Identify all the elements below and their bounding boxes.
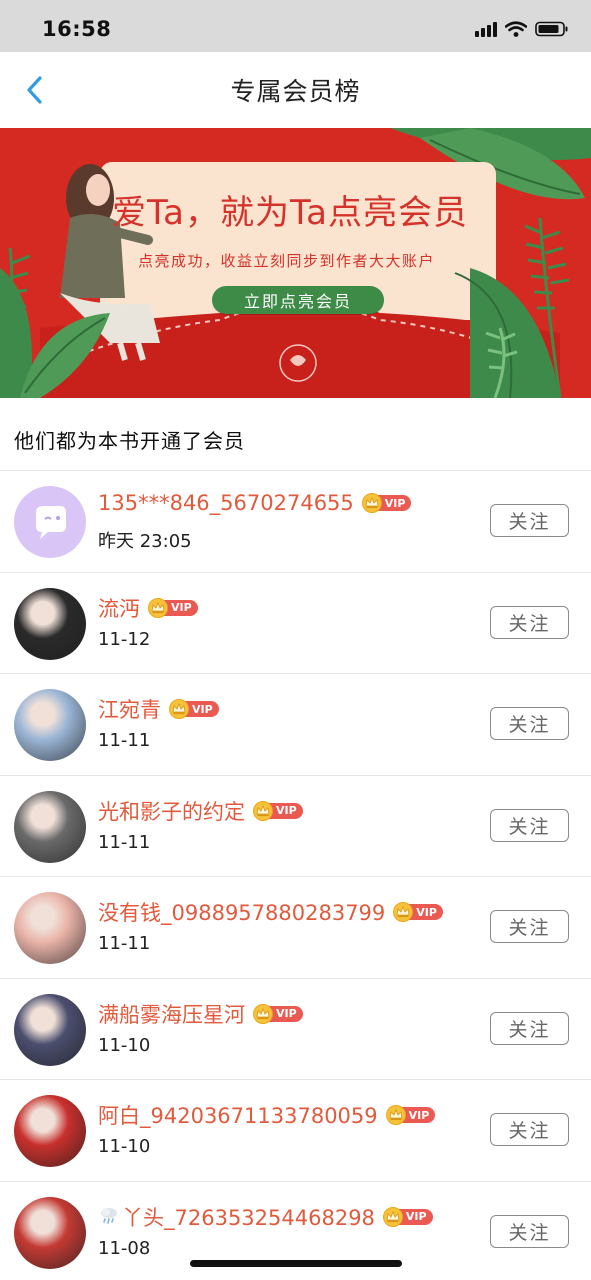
crown-icon — [253, 800, 273, 821]
member-name[interactable]: 流沔 — [98, 593, 140, 623]
banner-headline: 爱Ta，就为Ta点亮会员 — [112, 193, 468, 233]
member-name-line: 满船雾海压星河 VIP — [98, 999, 303, 1029]
page-title: 专属会员榜 — [230, 77, 361, 106]
vip-badge: VIP — [385, 1105, 436, 1125]
crown-icon — [361, 493, 382, 513]
follow-button[interactable]: 关注 — [490, 808, 569, 842]
promo-banner[interactable]: 爱Ta，就为Ta点亮会员 点亮成功，收益立刻同步到作者大大账户 立即点亮会员 — [0, 128, 591, 398]
follow-button[interactable]: 关注 — [490, 605, 569, 639]
member-name[interactable]: 阿白_94203671133780059 — [98, 1100, 378, 1130]
navigation-bar: 专属会员榜 — [0, 52, 591, 128]
member-row[interactable]: 光和影子的约定 VIP 11-11 关注 — [0, 776, 591, 877]
avatar[interactable] — [14, 587, 86, 660]
avatar[interactable] — [14, 790, 86, 863]
crown-icon — [382, 1206, 403, 1227]
section-title: 他们都为本书开通了会员 — [14, 429, 245, 453]
member-row[interactable]: 江宛青 VIP 11-11 关注 — [0, 674, 591, 776]
avatar[interactable] — [14, 1196, 86, 1269]
member-name-line: 光和影子的约定 VIP — [98, 796, 303, 826]
member-name[interactable]: 没有钱_0988957880283799 — [98, 897, 385, 927]
follow-button[interactable]: 关注 — [490, 707, 569, 740]
avatar[interactable] — [14, 1095, 86, 1167]
member-row[interactable]: 阿白_94203671133780059 VIP 11-10 关注 — [0, 1080, 591, 1182]
banner-subtitle: 点亮成功，收益立刻同步到作者大大账户 — [138, 252, 436, 270]
member-name-line: 135***846_5670274655 VIP — [98, 491, 412, 515]
signal-icon — [475, 21, 497, 37]
avatar[interactable] — [14, 689, 86, 761]
member-name[interactable]: 满船雾海压星河 — [98, 999, 245, 1029]
vip-badge: VIP — [169, 699, 219, 719]
member-row[interactable]: 满船雾海压星河 VIP 11-10 关注 — [0, 979, 591, 1080]
member-name-line: 流沔 VIP — [98, 593, 198, 623]
crown-icon — [169, 699, 189, 719]
member-row[interactable]: 没有钱_0988957880283799 VIP 11-11 关注 — [0, 877, 591, 979]
status-icons — [475, 21, 569, 37]
crown-icon — [385, 1105, 406, 1125]
member-name-line: 丫头_726353254468298 VIP — [98, 1202, 433, 1232]
member-date: 11-08 — [98, 1237, 151, 1259]
vip-badge: VIP — [253, 800, 303, 821]
member-name[interactable]: 135***846_5670274655 — [98, 491, 354, 515]
member-date: 11-11 — [98, 831, 151, 853]
member-name-line: 阿白_94203671133780059 VIP — [98, 1100, 436, 1130]
follow-button[interactable]: 关注 — [490, 1214, 569, 1248]
member-row[interactable]: 135***846_5670274655 VIP 昨天 23:05 关注 — [0, 471, 591, 573]
member-date: 11-10 — [98, 1136, 151, 1157]
member-name[interactable]: 丫头_726353254468298 — [122, 1202, 375, 1232]
member-date: 11-11 — [98, 730, 151, 751]
home-indicator[interactable] — [190, 1260, 402, 1267]
member-row[interactable]: 流沔 VIP 11-12 关注 — [0, 573, 591, 674]
battery-icon — [535, 21, 568, 37]
status-time: 16:58 — [42, 17, 112, 41]
avatar[interactable] — [14, 892, 86, 964]
member-date: 11-12 — [98, 628, 151, 650]
member-name[interactable]: 光和影子的约定 — [98, 796, 245, 826]
crown-icon — [253, 1003, 273, 1024]
member-name[interactable]: 江宛青 — [98, 694, 161, 724]
back-button[interactable] — [14, 70, 54, 110]
member-list: 135***846_5670274655 VIP 昨天 23:05 关注 流沔 VIP 11… — [0, 471, 591, 1280]
avatar[interactable] — [14, 993, 86, 1066]
member-name-line: 江宛青 VIP — [98, 694, 219, 724]
vip-badge: VIP — [148, 597, 198, 618]
follow-button[interactable]: 关注 — [490, 504, 569, 537]
chevron-left-icon — [27, 76, 42, 104]
vip-badge: VIP — [253, 1003, 303, 1024]
banner-cta-button[interactable]: 立即点亮会员 — [212, 286, 384, 314]
vip-badge: VIP — [382, 1206, 433, 1227]
avatar[interactable] — [14, 486, 86, 558]
status-bar: 16:58 — [0, 0, 591, 52]
vip-badge: VIP — [393, 902, 443, 922]
member-date: 11-11 — [98, 933, 151, 954]
follow-button[interactable]: 关注 — [490, 1113, 569, 1146]
vip-badge: VIP — [361, 493, 412, 513]
follow-button[interactable]: 关注 — [490, 1011, 569, 1045]
cloud-rain-icon — [98, 1204, 122, 1230]
wifi-icon — [505, 21, 527, 37]
follow-button[interactable]: 关注 — [490, 910, 569, 943]
member-date: 11-10 — [98, 1034, 151, 1056]
crown-icon — [148, 597, 168, 618]
member-name-line: 没有钱_0988957880283799 VIP — [98, 897, 443, 927]
member-date: 昨天 23:05 — [98, 531, 192, 552]
